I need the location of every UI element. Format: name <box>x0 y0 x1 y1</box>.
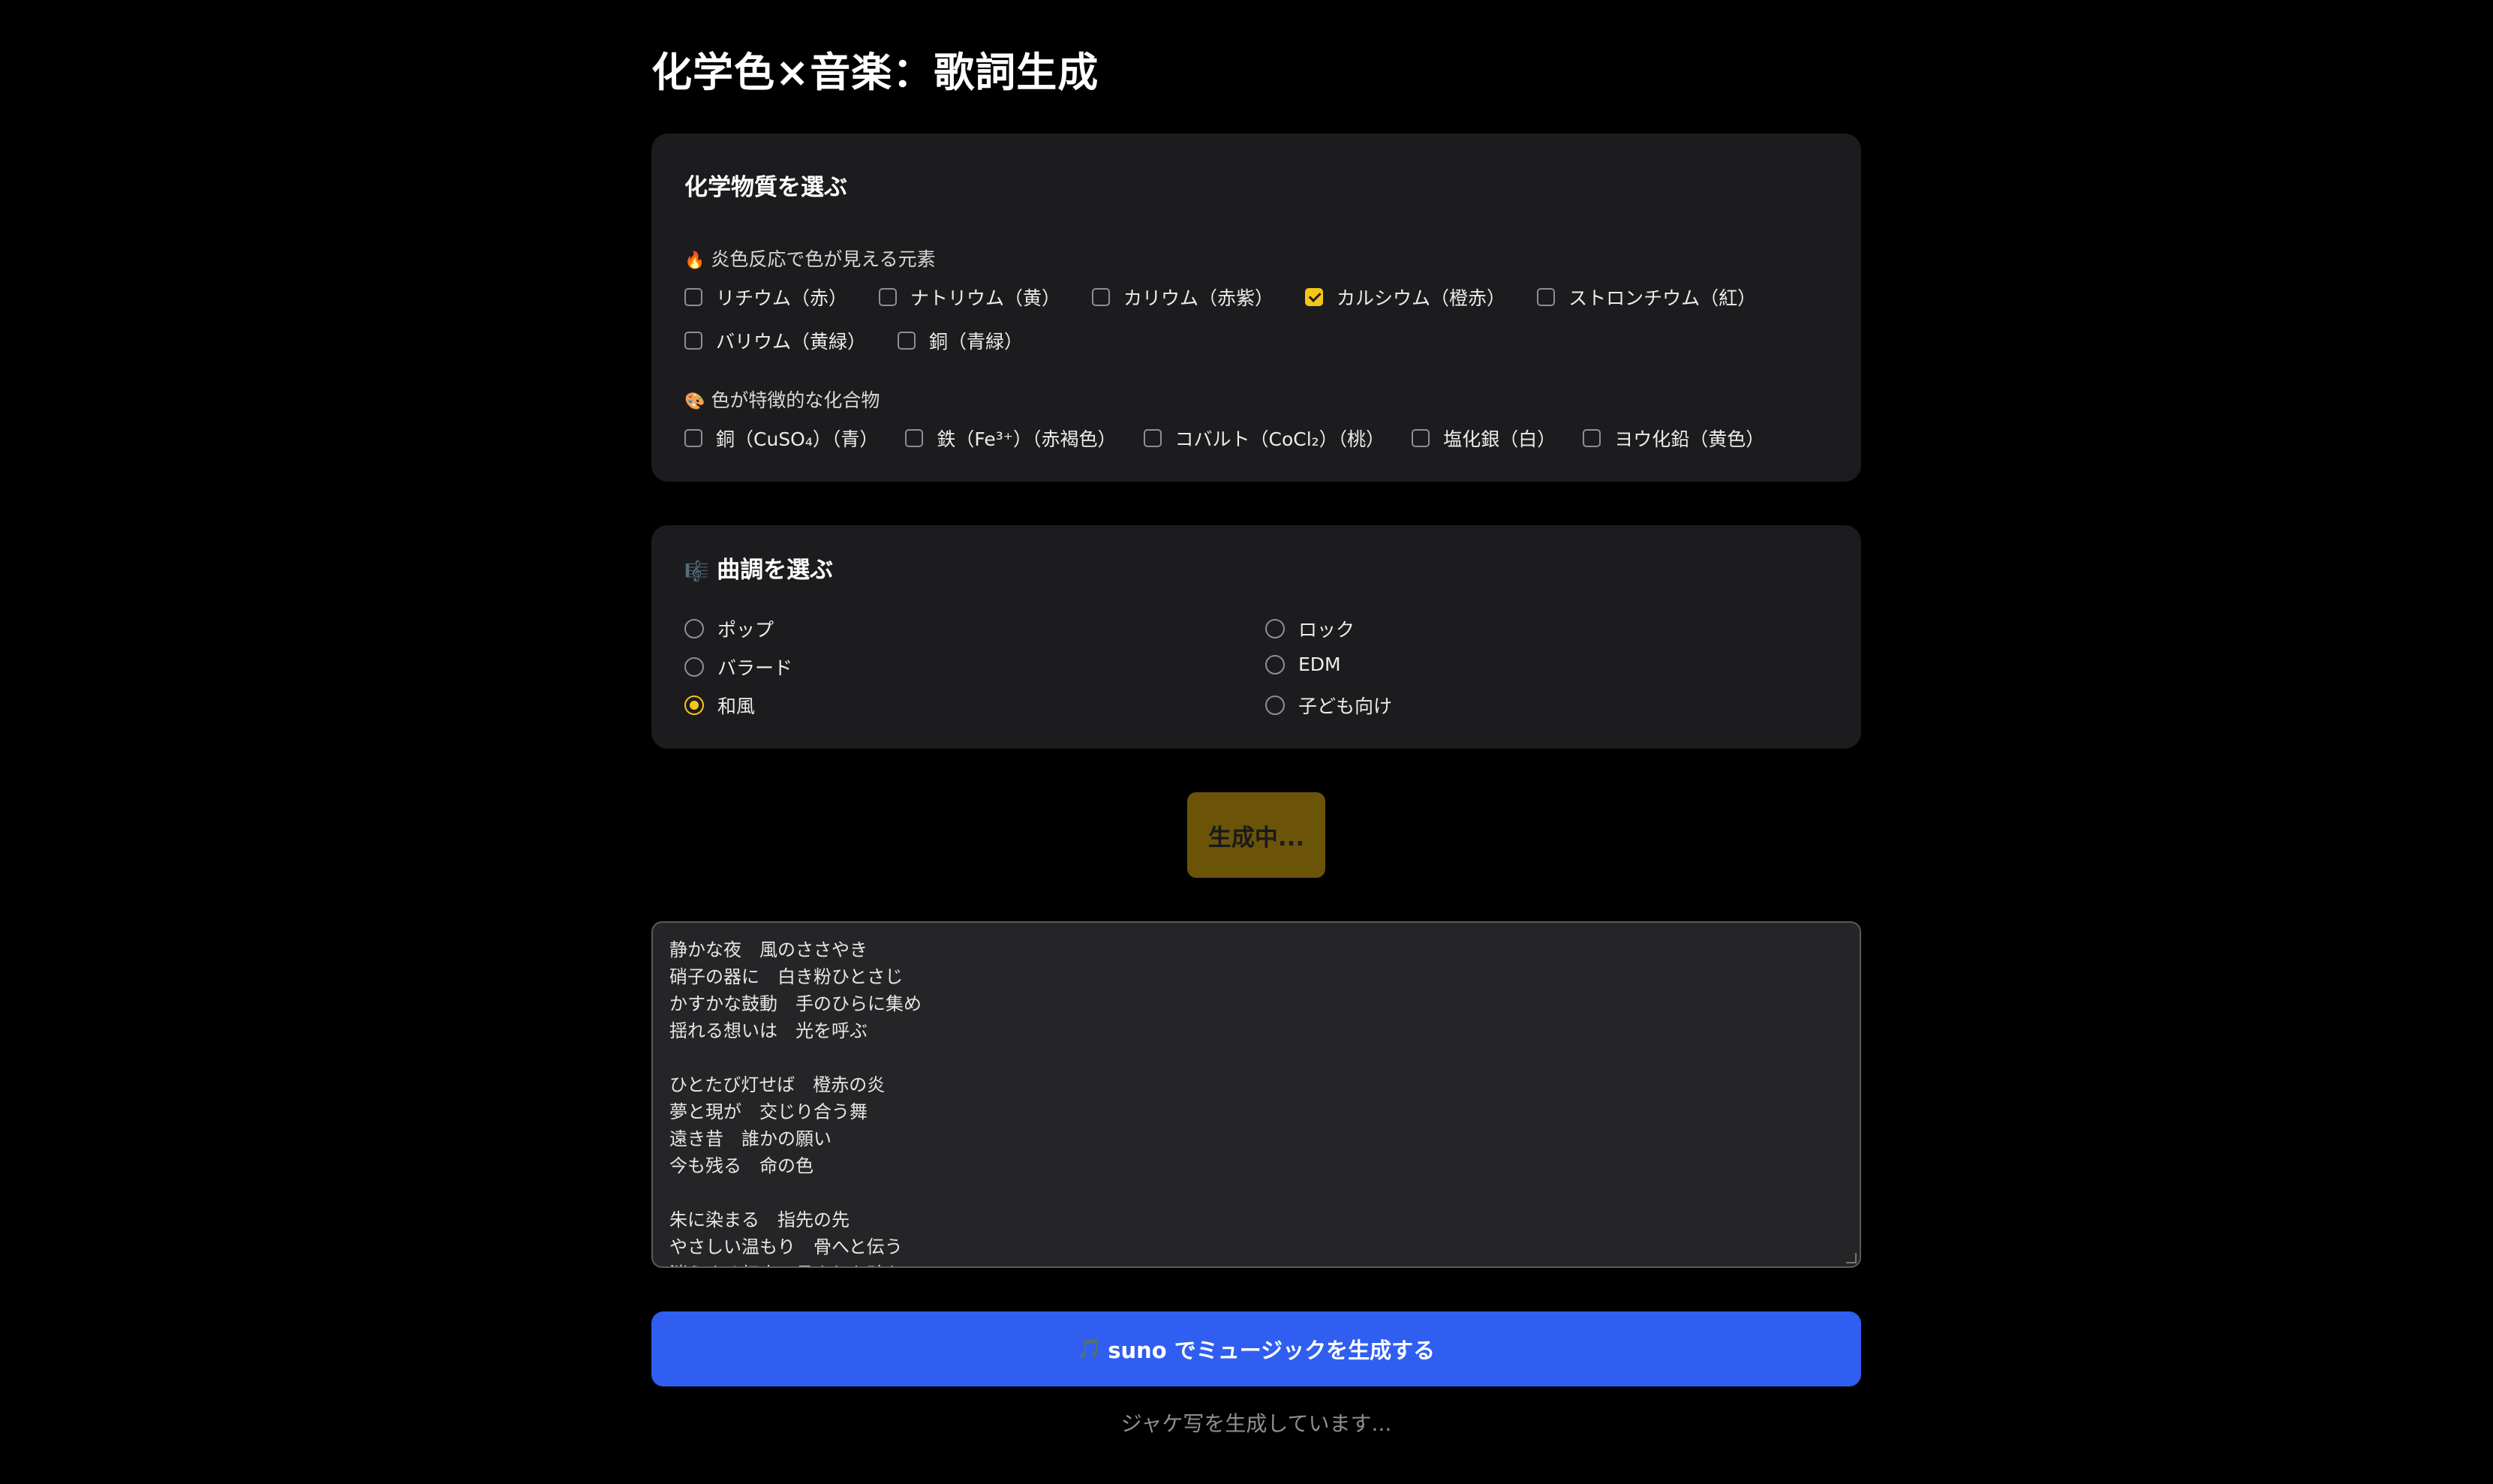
lyric-line: 今も残る 命の色 <box>669 1155 813 1176</box>
lead-iodide-label: ヨウ化鉛（黄色） <box>1614 428 1765 450</box>
calcium-checkbox[interactable] <box>1305 288 1324 306</box>
lead-iodide-checkbox[interactable] <box>1583 429 1601 447</box>
checkbox-iron[interactable]: 鉄（Fe³⁺）（赤褐色） <box>905 425 1117 452</box>
chemical-selection-card: 化学物質を選ぶ 🔥 炎色反応で色が見える元素 リチウム（赤） ナトリウム（黄） … <box>651 134 1861 482</box>
radio-kids[interactable]: 子ども向け <box>1265 692 1392 719</box>
lithium-checkbox[interactable] <box>684 288 702 306</box>
flame-row-1: リチウム（赤） ナトリウム（黄） カリウム（赤紫） カルシウム（橙赤） ストロン… <box>684 284 1756 311</box>
checkbox-copper-sulfate[interactable]: 銅（CuSO₄）（青） <box>684 425 878 452</box>
checkbox-strontium[interactable]: ストロンチウム（紅） <box>1537 284 1756 311</box>
radio-edm[interactable]: EDM <box>1265 653 1341 675</box>
lyric-line: 揺れる想いは 光を呼ぶ <box>669 1020 868 1041</box>
kids-label: 子ども向け <box>1298 695 1393 717</box>
music-note-icon: 🎵 <box>1077 1338 1102 1360</box>
iron-checkbox[interactable] <box>905 429 924 447</box>
edm-label: EDM <box>1298 653 1341 675</box>
lyric-line: やさしい温もり 骨へと伝う <box>669 1236 903 1257</box>
cobalt-checkbox[interactable] <box>1143 429 1162 447</box>
lyric-line: 硝子の器に 白き粉ひとさじ <box>669 966 904 987</box>
barium-label: バリウム（黄緑） <box>716 331 867 353</box>
lyric-line <box>669 1179 1843 1206</box>
radio-japanese[interactable]: 和風 <box>684 692 755 719</box>
checkbox-calcium[interactable]: カルシウム（橙赤） <box>1305 284 1505 311</box>
flame-row-2: バリウム（黄緑） 銅（青緑） <box>684 327 1023 354</box>
checkbox-lead-iodide[interactable]: ヨウ化鉛（黄色） <box>1583 425 1764 452</box>
lyric-line: 朱に染まる 指先の先 <box>669 1209 850 1230</box>
compound-section-label: 🎨 色が特徴的な化合物 <box>684 386 880 413</box>
checkbox-copper-flame[interactable]: 銅（青緑） <box>898 327 1023 354</box>
flame-section-label: 🔥 炎色反応で色が見える元素 <box>684 245 936 272</box>
compound-section-text: 色が特徴的な化合物 <box>711 389 880 411</box>
checkbox-potassium[interactable]: カリウム（赤紫） <box>1092 284 1274 311</box>
textarea-resize-handle[interactable] <box>1846 1253 1857 1263</box>
copper-sulfate-checkbox[interactable] <box>684 429 702 447</box>
silver-chloride-checkbox[interactable] <box>1412 429 1430 447</box>
lyric-line: ひとたび灯せば 橙赤の炎 <box>669 1074 886 1095</box>
checkbox-lithium[interactable]: リチウム（赤） <box>684 284 847 311</box>
music-score-icon: 🎼 <box>684 560 709 583</box>
generate-button[interactable]: 生成中... <box>1187 792 1325 878</box>
ballad-label: バラード <box>717 657 793 679</box>
rock-radio[interactable] <box>1265 619 1285 638</box>
chemical-heading: 化学物質を選ぶ <box>684 174 847 201</box>
japanese-label: 和風 <box>717 695 756 717</box>
strontium-checkbox[interactable] <box>1537 288 1556 306</box>
copper-flame-label: 銅（青緑） <box>929 331 1024 353</box>
rock-label: ロック <box>1298 619 1355 641</box>
checkbox-sodium[interactable]: ナトリウム（黄） <box>879 284 1060 311</box>
kids-radio[interactable] <box>1265 695 1285 715</box>
compound-row: 銅（CuSO₄）（青） 鉄（Fe³⁺）（赤褐色） コバルト（CoCl₂）（桃） … <box>684 425 1764 452</box>
japanese-radio[interactable] <box>684 695 704 715</box>
radio-rock[interactable]: ロック <box>1265 615 1355 642</box>
lyric-line: 静かな夜 風のささやき <box>669 939 868 960</box>
suno-generate-button[interactable]: 🎵 suno でミュージックを生成する <box>651 1311 1861 1386</box>
page-title: 化学色×音楽：歌詞生成 <box>651 49 1099 96</box>
iron-label: 鉄（Fe³⁺）（赤褐色） <box>937 428 1117 450</box>
status-message: ジャケ写を生成しています... <box>1120 1411 1392 1436</box>
edm-radio[interactable] <box>1265 654 1285 674</box>
pop-radio[interactable] <box>684 619 704 638</box>
lyric-line: かすかな鼓動 手のひらに集め <box>669 993 922 1014</box>
strontium-label: ストロンチウム（紅） <box>1568 287 1757 309</box>
lyric-line: 夢と現が 交じり合う舞 <box>669 1101 868 1122</box>
copper-sulfate-label: 銅（CuSO₄）（青） <box>716 428 879 450</box>
sodium-checkbox[interactable] <box>879 288 898 306</box>
suno-button-label: suno でミュージックを生成する <box>1108 1338 1436 1363</box>
potassium-checkbox[interactable] <box>1092 288 1111 306</box>
mood-selection-card: 🎼 曲調を選ぶ ポップ ロック バラード EDM 和風 子ども向け <box>651 525 1861 749</box>
mood-heading-text: 曲調を選ぶ <box>717 557 834 584</box>
pop-label: ポップ <box>717 619 774 641</box>
flame-section-text: 炎色反応で色が見える元素 <box>711 248 936 270</box>
checkbox-silver-chloride[interactable]: 塩化銀（白） <box>1412 425 1556 452</box>
lithium-label: リチウム（赤） <box>716 287 848 309</box>
silver-chloride-label: 塩化銀（白） <box>1443 428 1556 450</box>
palette-icon: 🎨 <box>684 392 705 411</box>
lyric-line: 遠き昔 誰かの願い <box>669 1128 832 1149</box>
potassium-label: カリウム（赤紫） <box>1123 287 1274 309</box>
checkbox-barium[interactable]: バリウム（黄緑） <box>684 327 866 354</box>
barium-checkbox[interactable] <box>684 332 702 350</box>
sodium-label: ナトリウム（黄） <box>910 287 1061 309</box>
cobalt-label: コバルト（CoCl₂）（桃） <box>1174 428 1385 450</box>
lyric-line <box>669 1044 1843 1071</box>
mood-heading: 🎼 曲調を選ぶ <box>684 551 833 584</box>
lyric-line: 消えゆく灯火 月よりも確か <box>669 1260 1843 1266</box>
radio-ballad[interactable]: バラード <box>684 653 792 680</box>
radio-pop[interactable]: ポップ <box>684 615 774 642</box>
lyrics-textarea[interactable]: 静かな夜 風のささやき 硝子の器に 白き粉ひとさじ かすかな鼓動 手のひらに集め… <box>651 921 1861 1268</box>
ballad-radio[interactable] <box>684 657 704 677</box>
fire-icon: 🔥 <box>684 251 705 270</box>
copper-flame-checkbox[interactable] <box>898 332 916 350</box>
calcium-label: カルシウム（橙赤） <box>1337 287 1506 309</box>
checkbox-cobalt[interactable]: コバルト（CoCl₂）（桃） <box>1143 425 1385 452</box>
page: 化学色×音楽：歌詞生成 化学物質を選ぶ 🔥 炎色反応で色が見える元素 リチウム（… <box>0 0 2493 1484</box>
